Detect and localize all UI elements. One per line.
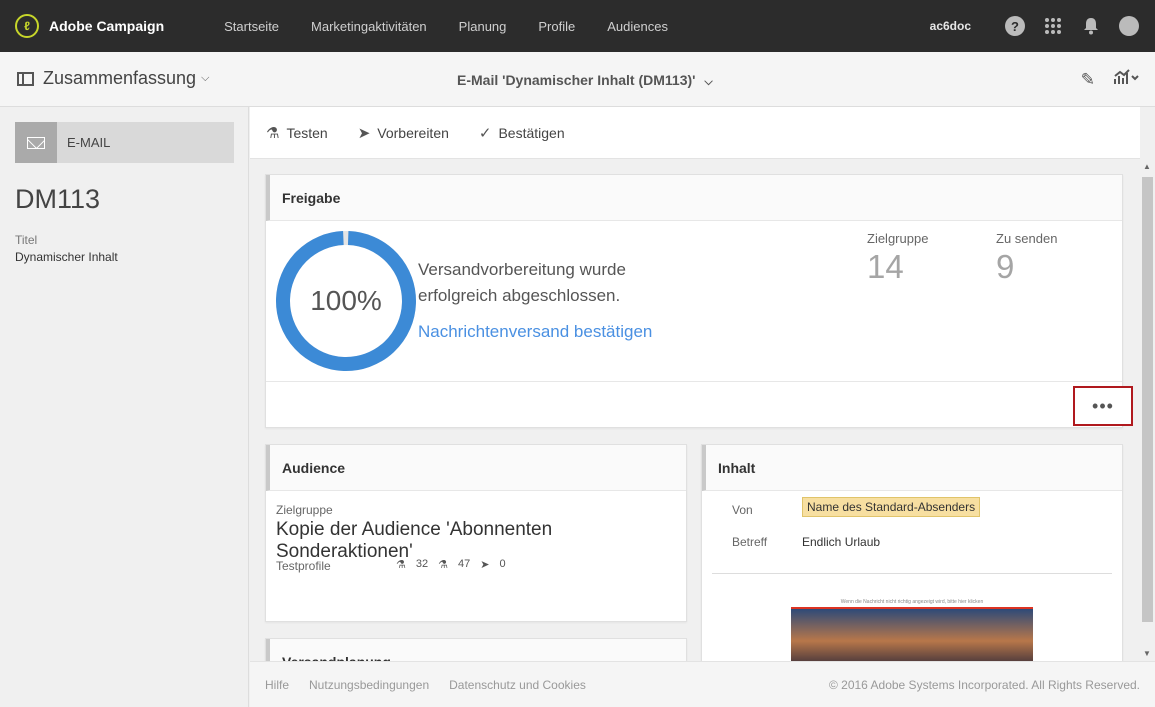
- edit-pencil-icon[interactable]: ✎: [1081, 70, 1095, 90]
- user-avatar[interactable]: [1119, 16, 1139, 36]
- subheader-actions: ✎: [1063, 68, 1139, 91]
- channel-badge: E-MAIL: [15, 122, 234, 163]
- footer-privacy-link[interactable]: Datenschutz und Cookies: [449, 678, 586, 692]
- confirm-button[interactable]: ✓ Bestätigen: [479, 124, 565, 142]
- title-value: Dynamischer Inhalt: [15, 250, 118, 264]
- delivery-title[interactable]: E-Mail 'Dynamischer Inhalt (DM113)' ⌵: [457, 72, 713, 89]
- adobe-campaign-logo-icon: ℓ: [15, 14, 39, 38]
- title-label: Titel: [15, 233, 38, 247]
- chevron-down-icon: ⌵: [704, 76, 713, 88]
- paper-plane-icon: ➤: [357, 124, 371, 142]
- shipping-card[interactable]: Versandplanung: [265, 638, 687, 661]
- app-name: Adobe Campaign: [49, 18, 165, 34]
- from-label: Von: [732, 503, 753, 517]
- target-stat: Zielgruppe 14: [867, 231, 928, 286]
- audience-target-value: Kopie der Audience 'Abonnenten Sonderakt…: [276, 519, 553, 562]
- delivery-id: DM113: [15, 184, 101, 214]
- pin-icon: ➤: [480, 559, 490, 571]
- footer-help-link[interactable]: Hilfe: [265, 678, 289, 692]
- target-value: 14: [867, 248, 904, 285]
- approval-heading: Freigabe: [266, 175, 1122, 221]
- nav-item-audiences[interactable]: Audiences: [607, 19, 668, 34]
- view-switcher[interactable]: Zusammenfassung ⌵: [17, 68, 209, 89]
- subject-value: Endlich Urlaub: [802, 535, 881, 549]
- view-title: Zusammenfassung: [43, 68, 197, 88]
- shipping-heading: Versandplanung: [266, 639, 686, 661]
- preparation-status: Versandvorbereitung wurde erfolgreich ab…: [418, 260, 626, 305]
- action-toolbar: ⚗ Testen ➤ Vorbereiten ✓ Bestätigen: [250, 107, 1140, 159]
- scroll-down-arrow-icon[interactable]: ▼: [1143, 649, 1151, 658]
- profile-flask-icon: ⚗: [438, 559, 448, 571]
- content-card[interactable]: Inhalt Von Name des Standard-Absenders B…: [701, 444, 1123, 661]
- chevron-down-icon: ⌵: [201, 72, 210, 84]
- nav-item-profiles[interactable]: Profile: [538, 19, 575, 34]
- reports-chart-icon[interactable]: [1113, 68, 1139, 91]
- approval-card: Freigabe 100% Versandvorbereitung wurde …: [265, 174, 1133, 428]
- summary-sidebar: E-MAIL DM113 Titel Dynamischer Inhalt: [0, 107, 249, 707]
- content-heading: Inhalt: [702, 445, 1122, 491]
- to-send-stat: Zu senden 9: [996, 231, 1057, 286]
- prepare-button[interactable]: ➤ Vorbereiten: [358, 124, 449, 142]
- test-label: Testen: [286, 124, 328, 141]
- card-divider: [266, 381, 1122, 382]
- content-divider: [712, 573, 1112, 574]
- user-name[interactable]: ac6doc: [930, 19, 971, 33]
- confirm-label: Bestätigen: [498, 124, 565, 141]
- confirm-sending-link[interactable]: Nachrichtenversand bestätigen: [418, 322, 652, 342]
- panel-toggle-icon[interactable]: [17, 71, 34, 86]
- audience-heading: Audience: [266, 445, 686, 491]
- notifications-bell-icon[interactable]: [1081, 16, 1101, 36]
- main-content: ⚗ Testen ➤ Vorbereiten ✓ Bestätigen Frei…: [250, 107, 1140, 661]
- audience-card[interactable]: Audience Zielgruppe Kopie der Audience '…: [265, 444, 687, 622]
- more-options-button[interactable]: •••: [1073, 386, 1133, 426]
- channel-icon-box: [15, 122, 57, 163]
- footer-copyright: © 2016 Adobe Systems Incorporated. All R…: [828, 677, 1140, 692]
- to-send-value: 9: [996, 248, 1015, 285]
- preview-mirror-note: Wenn die Nachricht nicht richtig angezei…: [840, 599, 984, 605]
- sender-name-field: Name des Standard-Absenders: [802, 497, 981, 517]
- email-preview-image[interactable]: [791, 607, 1033, 661]
- prepare-label: Vorbereiten: [377, 124, 449, 141]
- from-value: Name des Standard-Absenders: [802, 497, 981, 517]
- main-scrollbar[interactable]: ▲ ▼: [1140, 159, 1155, 661]
- subject-label: Betreff: [732, 535, 768, 549]
- delivery-title-text: E-Mail 'Dynamischer Inhalt (DM113)': [457, 72, 696, 88]
- nav-item-marketing-activities[interactable]: Marketingaktivitäten: [311, 19, 427, 34]
- top-right-tools: ac6doc ?: [930, 0, 1139, 52]
- app-logo[interactable]: ℓ Adobe Campaign: [15, 14, 164, 38]
- test-button[interactable]: ⚗ Testen: [266, 124, 328, 142]
- seed-count: 0: [499, 558, 506, 570]
- target-label: Zielgruppe: [867, 231, 929, 246]
- help-icon[interactable]: ?: [1005, 16, 1025, 36]
- test-profile-counts: ⚗ 32 ⚗ 47 ➤ 0: [396, 558, 516, 571]
- to-send-label: Zu senden: [996, 231, 1058, 246]
- page-footer: Hilfe Nutzungsbedingungen Datenschutz un…: [250, 661, 1155, 707]
- footer-terms-link[interactable]: Nutzungsbedingungen: [309, 678, 429, 692]
- test-count: 32: [415, 558, 429, 570]
- flask-icon: ⚗: [266, 124, 280, 142]
- flask-icon: ⚗: [396, 559, 406, 571]
- scroll-up-arrow-icon[interactable]: ▲: [1143, 162, 1151, 171]
- send-confirm-icon: ✓: [478, 124, 492, 142]
- nav-item-home[interactable]: Startseite: [224, 19, 279, 34]
- channel-label: E-MAIL: [67, 135, 111, 150]
- apps-grid-icon[interactable]: [1043, 16, 1063, 36]
- envelope-icon: [27, 136, 45, 149]
- top-navigation-bar: ℓ Adobe Campaign Startseite Marketingakt…: [0, 0, 1155, 52]
- page-subheader: Zusammenfassung ⌵ E-Mail 'Dynamischer In…: [0, 52, 1155, 107]
- nav-item-planning[interactable]: Planung: [459, 19, 507, 34]
- scroll-thumb[interactable]: [1142, 177, 1153, 622]
- test-profiles-label: Testprofile: [276, 559, 331, 573]
- main-nav: Startseite Marketingaktivitäten Planung …: [224, 19, 700, 34]
- progress-percentage: 100%: [310, 285, 382, 316]
- audience-target-label: Zielgruppe: [276, 503, 333, 517]
- test-profile-count: 47: [458, 558, 471, 570]
